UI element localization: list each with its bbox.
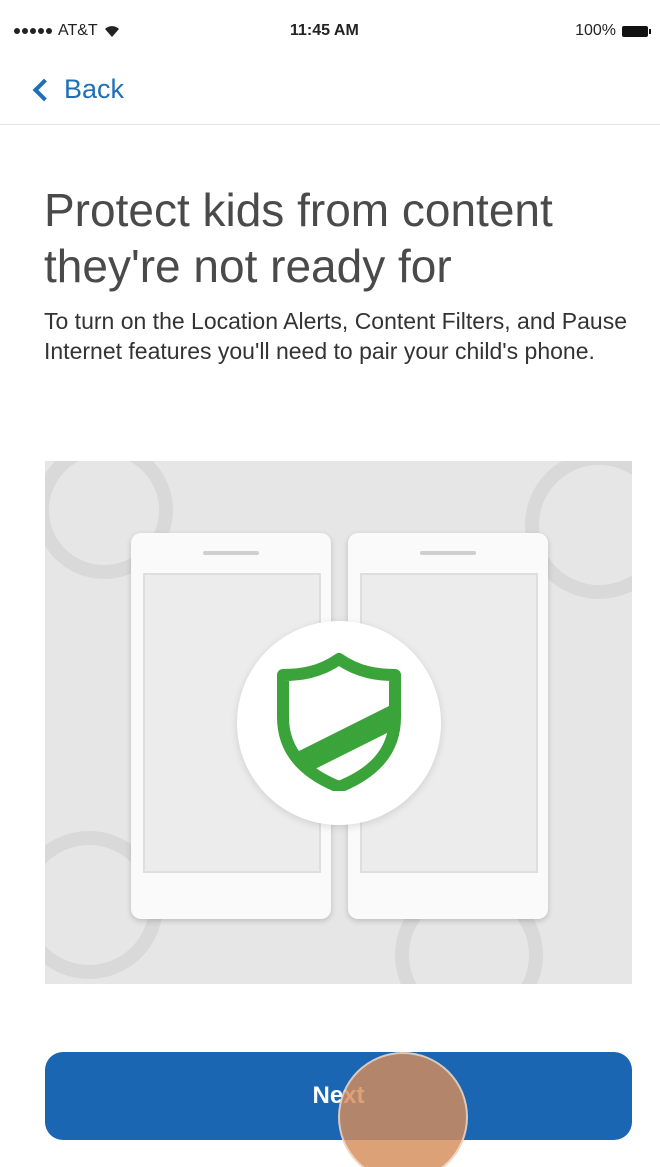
next-button[interactable]: Next	[45, 1052, 632, 1140]
chevron-left-icon	[32, 78, 56, 101]
battery-icon	[622, 25, 651, 37]
illustration	[45, 461, 632, 984]
status-time: 11:45 AM	[290, 22, 359, 39]
wifi-icon	[104, 26, 119, 37]
status-bar: AT&T 11:45 AM 100%	[0, 0, 660, 60]
next-label: Next	[312, 1082, 365, 1109]
carrier-label: AT&T	[58, 22, 98, 39]
phone-speaker	[420, 551, 476, 555]
battery-group: 100%	[575, 22, 651, 40]
nav-bar: Back	[0, 60, 660, 125]
back-button[interactable]: Back	[32, 74, 125, 105]
shield-icon	[277, 653, 401, 791]
page-description: To turn on the Location Alerts, Content …	[44, 308, 628, 364]
shield-badge	[237, 621, 441, 825]
carrier-group: AT&T	[14, 22, 120, 40]
back-label: Back	[64, 74, 125, 104]
page-title: Protect kids from content they're not re…	[44, 184, 553, 292]
phone-speaker	[203, 551, 259, 555]
battery-percent: 100%	[575, 22, 616, 39]
screen: AT&T 11:45 AM 100% Back Protect kids fro…	[0, 0, 660, 1167]
signal-dots-icon	[14, 28, 52, 34]
